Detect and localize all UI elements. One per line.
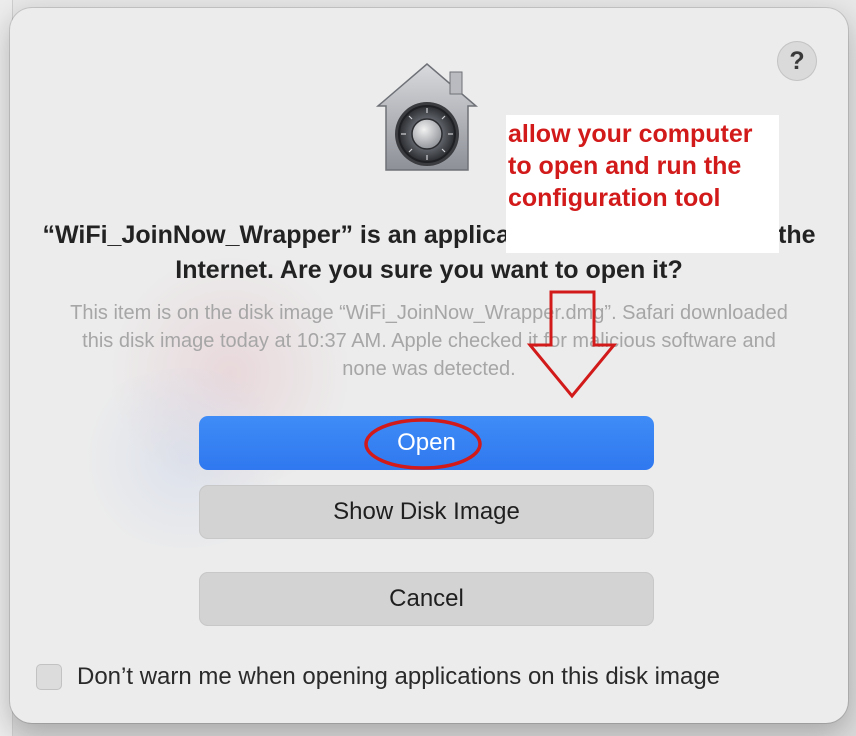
cancel-button[interactable]: Cancel — [199, 572, 654, 626]
dont-warn-checkbox-label[interactable]: Don’t warn me when opening applications … — [77, 663, 720, 691]
dont-warn-checkbox[interactable] — [36, 664, 62, 690]
annotation-text: allow your computer to open and run the … — [508, 120, 753, 212]
open-button[interactable]: Open — [199, 416, 654, 470]
gatekeeper-vault-icon — [375, 63, 479, 171]
show-disk-image-button[interactable]: Show Disk Image — [199, 485, 654, 539]
help-button[interactable]: ? — [777, 41, 817, 81]
dont-warn-checkbox-row[interactable]: Don’t warn me when opening applications … — [36, 659, 720, 695]
dialog-message: This item is on the disk image “WiFi_Joi… — [70, 302, 788, 380]
